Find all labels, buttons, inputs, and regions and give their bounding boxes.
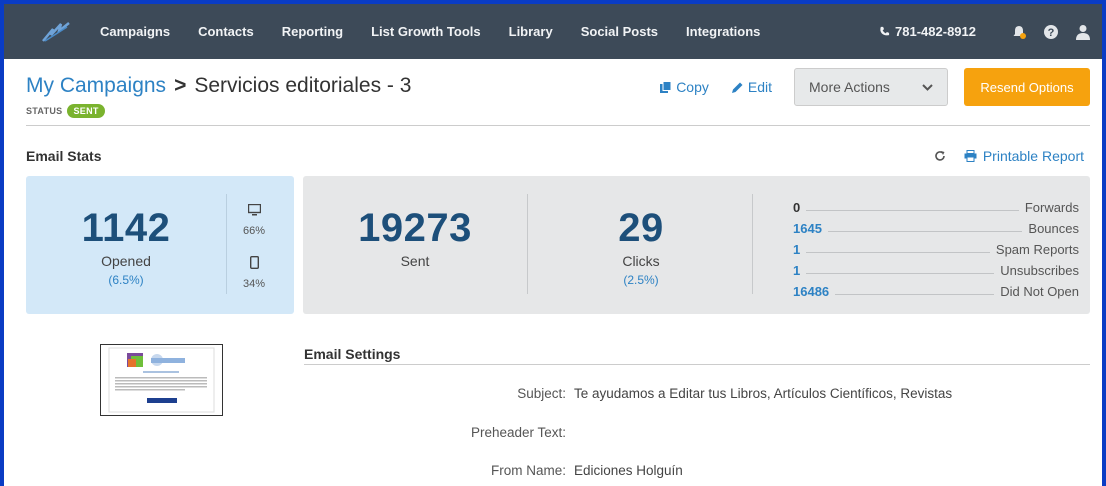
opened-label: Opened xyxy=(101,253,151,269)
did-not-open-label: Did Not Open xyxy=(1000,284,1079,299)
nav-integrations[interactable]: Integrations xyxy=(686,24,760,39)
printable-report-label: Printable Report xyxy=(982,148,1084,164)
sent-label: Sent xyxy=(400,253,430,269)
stat-row-did-not-open: 16486 Did Not Open xyxy=(793,278,1079,299)
campaign-name: Servicios editoriales - 3 xyxy=(194,74,412,97)
forwards-label: Forwards xyxy=(1024,200,1079,215)
stat-row-unsubscribes: 1 Unsubscribes xyxy=(793,257,1079,278)
printable-report-link[interactable]: Printable Report xyxy=(964,148,1084,164)
settings-divider xyxy=(304,364,1090,365)
from-name-label: From Name: xyxy=(490,463,566,478)
row-leader xyxy=(835,294,995,295)
status-label: STATUS xyxy=(26,106,63,116)
phone-number[interactable]: 781-482-8912 xyxy=(879,24,976,39)
nav-library[interactable]: Library xyxy=(509,24,553,39)
row-leader xyxy=(806,273,995,274)
forwards-value: 0 xyxy=(793,200,801,215)
more-actions-dropdown[interactable]: More Actions xyxy=(794,68,948,106)
row-leader xyxy=(806,210,1019,211)
sent-value: 19273 xyxy=(358,206,472,250)
email-settings-title: Email Settings xyxy=(304,346,401,362)
sent-stat: 19273 Sent xyxy=(303,206,527,269)
secondary-stats-list: 0 Forwards 1645 Bounces 1 Spam Reports 1… xyxy=(793,194,1079,299)
resend-options-button[interactable]: Resend Options xyxy=(964,68,1090,106)
edit-icon xyxy=(731,82,743,93)
chevron-down-icon xyxy=(922,83,933,91)
nav-list-growth-tools[interactable]: List Growth Tools xyxy=(371,24,481,39)
copy-icon xyxy=(660,80,672,93)
nav-reporting[interactable]: Reporting xyxy=(282,24,343,39)
email-preview-thumbnail[interactable] xyxy=(100,344,223,416)
stats-tools: Printable Report xyxy=(934,148,1084,164)
bounces-label: Bounces xyxy=(1028,221,1079,236)
clicks-stat: 29 Clicks (2.5%) xyxy=(529,206,753,287)
status-badge: SENT xyxy=(67,104,105,118)
clicks-value[interactable]: 29 xyxy=(529,206,753,251)
preheader-label: Preheader Text: xyxy=(470,425,566,440)
stat-row-spam-reports: 1 Spam Reports xyxy=(793,236,1079,257)
setting-subject: Subject: Te ayudamos a Editar tus Libros… xyxy=(304,386,1090,401)
copy-label: Copy xyxy=(676,79,709,95)
mobile-percent: 34% xyxy=(242,278,266,290)
row-leader xyxy=(827,231,1023,232)
phone-text: 781-482-8912 xyxy=(895,24,976,39)
unsubscribes-value[interactable]: 1 xyxy=(793,263,800,278)
app-frame: Campaigns Contacts Reporting List Growth… xyxy=(0,0,1106,486)
desktop-percent: 66% xyxy=(242,225,266,237)
clicks-label: Clicks xyxy=(622,253,660,269)
did-not-open-value[interactable]: 16486 xyxy=(793,284,829,299)
opened-stats-card: 1142 Opened (6.5%) 66% 34% xyxy=(26,176,294,314)
breadcrumb-separator: > xyxy=(174,74,187,97)
email-stats-title: Email Stats xyxy=(26,148,102,164)
unsubscribes-label: Unsubscribes xyxy=(1000,263,1079,278)
nav-social-posts[interactable]: Social Posts xyxy=(581,24,658,39)
breadcrumb-my-campaigns[interactable]: My Campaigns xyxy=(26,74,166,98)
edit-label: Edit xyxy=(747,79,772,95)
spam-reports-value[interactable]: 1 xyxy=(793,242,800,257)
print-icon xyxy=(964,150,977,162)
more-actions-label: More Actions xyxy=(809,79,890,95)
bounces-value[interactable]: 1645 xyxy=(793,221,822,236)
edit-button[interactable]: Edit xyxy=(731,79,772,95)
user-icon[interactable] xyxy=(1074,23,1092,41)
page-header: My Campaigns > Servicios editoriales - 3… xyxy=(26,74,411,118)
stat-row-bounces: 1645 Bounces xyxy=(793,215,1079,236)
nav-right: 781-482-8912 ? xyxy=(879,4,1092,59)
nav-contacts[interactable]: Contacts xyxy=(198,24,254,39)
setting-from-name: From Name: Ediciones Holguín xyxy=(304,463,1090,478)
stat-row-forwards: 0 Forwards xyxy=(793,194,1079,215)
desktop-stat: 66% xyxy=(234,203,274,237)
bell-icon[interactable] xyxy=(1010,23,1028,41)
status-row: STATUS SENT xyxy=(26,104,411,118)
action-bar: Copy Edit More Actions Resend Options xyxy=(659,68,1090,106)
sent-divider xyxy=(527,194,528,294)
sent-stats-card: 19273 Sent 29 Clicks (2.5%) 0 Forwards 1… xyxy=(303,176,1090,314)
mobile-icon xyxy=(249,255,259,270)
clicks-percent: (2.5%) xyxy=(623,273,659,287)
from-name-value: Ediciones Holguín xyxy=(574,463,683,478)
opened-percent: (6.5%) xyxy=(108,273,144,287)
refresh-icon[interactable] xyxy=(934,150,946,162)
opened-stat: 1142 Opened (6.5%) xyxy=(26,206,226,287)
top-navigation: Campaigns Contacts Reporting List Growth… xyxy=(4,4,1102,59)
copy-button[interactable]: Copy xyxy=(659,79,709,95)
svg-text:?: ? xyxy=(1048,27,1055,39)
desktop-icon xyxy=(247,203,261,216)
help-icon[interactable]: ? xyxy=(1042,23,1060,41)
logo-icon[interactable] xyxy=(26,4,86,59)
opened-value[interactable]: 1142 xyxy=(26,206,226,251)
row-leader xyxy=(806,252,990,253)
subject-label: Subject: xyxy=(517,386,566,401)
phone-icon xyxy=(880,26,890,36)
setting-preheader: Preheader Text: xyxy=(304,425,1090,440)
clicks-divider xyxy=(752,194,753,294)
header-divider xyxy=(26,125,1090,126)
page-title: My Campaigns > Servicios editoriales - 3 xyxy=(26,74,411,98)
opened-divider xyxy=(226,194,227,294)
spam-reports-label: Spam Reports xyxy=(995,242,1079,257)
nav-campaigns[interactable]: Campaigns xyxy=(100,24,170,39)
mobile-stat: 34% xyxy=(234,255,274,290)
subject-value: Te ayudamos a Editar tus Libros, Artícul… xyxy=(574,386,953,401)
